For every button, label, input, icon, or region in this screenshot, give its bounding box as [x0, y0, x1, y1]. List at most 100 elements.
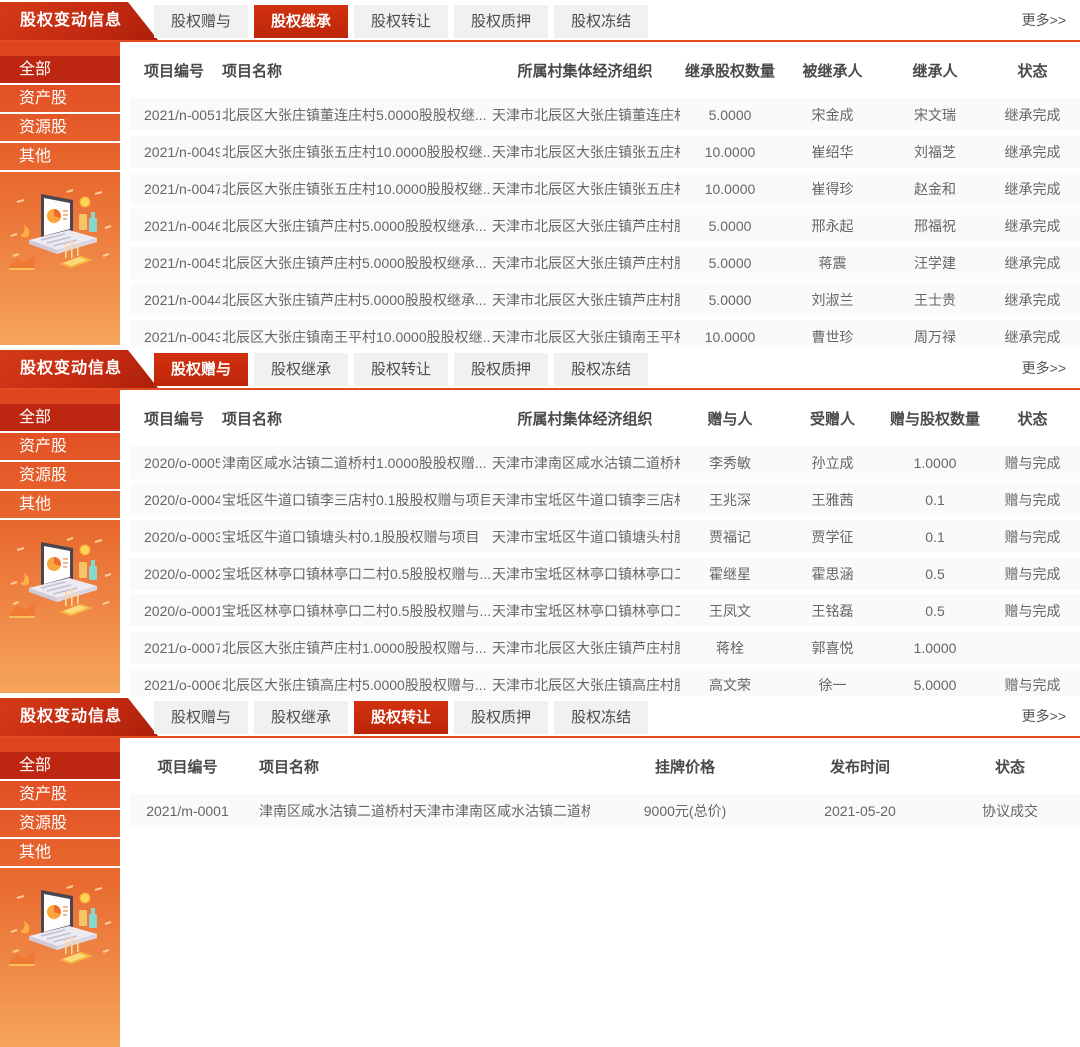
- table-row[interactable]: 2020/o-0004宝坻区牛道口镇李三店村0.1股股权赠与项目天津市宝坻区牛道…: [130, 481, 1080, 518]
- table-row[interactable]: 2021/n-0045北辰区大张庄镇芦庄村5.0000股股权继承...天津市北辰…: [130, 244, 1080, 281]
- table-cell: 霍思涵: [780, 555, 885, 592]
- sidebar-item-resource-shares[interactable]: 资源股: [0, 462, 120, 491]
- table-row[interactable]: 2020/o-0003宝坻区牛道口镇塘头村0.1股股权赠与项目天津市宝坻区牛道口…: [130, 518, 1080, 555]
- sidebar-item-asset-shares[interactable]: 资产股: [0, 85, 120, 114]
- table-cell: 0.5: [885, 555, 985, 592]
- records-table: 项目编号项目名称所属村集体经济组织继承股权数量被继承人继承人状态2021/n-0…: [130, 50, 1080, 357]
- table-cell: 北辰区大张庄镇芦庄村1.0000股股权赠与...: [220, 629, 490, 666]
- table-cell: 刘福芝: [885, 133, 985, 170]
- table-row[interactable]: 2021/n-0047北辰区大张庄镇张五庄村10.0000股股权继...天津市北…: [130, 170, 1080, 207]
- section-ribbon: 股权变动信息: [0, 2, 158, 40]
- table-cell: 2020/o-0004: [130, 481, 220, 518]
- panel-header: 股权变动信息 股权赠与股权继承股权转让股权质押股权冻结 更多>>: [0, 348, 1080, 388]
- column-header: 被继承人: [780, 50, 885, 94]
- sidebar-item-resource-shares[interactable]: 资源股: [0, 810, 120, 839]
- tab-equity-gift[interactable]: 股权赠与: [154, 701, 248, 734]
- table-cell: 5.0000: [680, 94, 780, 133]
- category-sidebar: 全部资产股资源股其他: [0, 738, 120, 1047]
- more-link[interactable]: 更多>>: [1022, 0, 1066, 40]
- table-cell: 2020/o-0003: [130, 518, 220, 555]
- column-header: 项目名称: [220, 50, 490, 94]
- table-cell: 郭喜悦: [780, 629, 885, 666]
- tab-equity-inheritance[interactable]: 股权继承: [254, 353, 348, 386]
- table-cell: 北辰区大张庄镇芦庄村5.0000股股权继承...: [220, 244, 490, 281]
- tab-equity-inheritance[interactable]: 股权继承: [254, 5, 348, 38]
- tab-equity-gift[interactable]: 股权赠与: [154, 5, 248, 38]
- tab-equity-transfer[interactable]: 股权转让: [354, 353, 448, 386]
- table-row[interactable]: 2021/n-0044北辰区大张庄镇芦庄村5.0000股股权继承...天津市北辰…: [130, 281, 1080, 318]
- table-cell: 继承完成: [985, 207, 1080, 244]
- table-cell: 天津市北辰区大张庄镇张五庄村股...: [490, 133, 680, 170]
- table-cell: 2020/o-0002: [130, 555, 220, 592]
- table-cell: 10.0000: [680, 133, 780, 170]
- table-row[interactable]: 2020/o-0001宝坻区林亭口镇林亭口二村0.5股股权赠与...天津市宝坻区…: [130, 592, 1080, 629]
- table-row[interactable]: 2021/n-0051北辰区大张庄镇董连庄村5.0000股股权继...天津市北辰…: [130, 94, 1080, 133]
- tab-equity-freeze[interactable]: 股权冻结: [554, 701, 648, 734]
- column-header: 赠与人: [680, 398, 780, 442]
- sidebar-item-all[interactable]: 全部: [0, 404, 120, 433]
- table-header-row: 项目编号项目名称所属村集体经济组织继承股权数量被继承人继承人状态: [130, 50, 1080, 94]
- table-cell: 王铭磊: [780, 592, 885, 629]
- sidebar-item-other[interactable]: 其他: [0, 143, 120, 172]
- panel-body: 全部资产股资源股其他 项目编号项目名称所属村集体经济组织赠与人受赠人赠与股权数量…: [0, 390, 1080, 693]
- sidebar-item-other[interactable]: 其他: [0, 491, 120, 520]
- more-link[interactable]: 更多>>: [1022, 696, 1066, 736]
- table-cell: 天津市宝坻区林亭口镇林亭口二村...: [490, 592, 680, 629]
- table-row[interactable]: 2020/o-0002宝坻区林亭口镇林亭口二村0.5股股权赠与...天津市宝坻区…: [130, 555, 1080, 592]
- table-cell: 2020/o-0005: [130, 442, 220, 481]
- sidebar-item-asset-shares[interactable]: 资产股: [0, 433, 120, 462]
- tab-equity-inheritance[interactable]: 股权继承: [254, 701, 348, 734]
- more-link[interactable]: 更多>>: [1022, 348, 1066, 388]
- table-cell: 李秀敏: [680, 442, 780, 481]
- table-row[interactable]: 2020/o-0005津南区咸水沽镇二道桥村1.0000股股权赠...天津市津南…: [130, 442, 1080, 481]
- sidebar-item-all[interactable]: 全部: [0, 752, 120, 781]
- table-cell: 0.1: [885, 518, 985, 555]
- table-header-row: 项目编号项目名称所属村集体经济组织赠与人受赠人赠与股权数量状态: [130, 398, 1080, 442]
- table-cell: 1.0000: [885, 629, 985, 666]
- table-cell: 继承完成: [985, 94, 1080, 133]
- table-cell: 9000元(总价): [590, 790, 780, 829]
- table-row[interactable]: 2021/o-0007北辰区大张庄镇芦庄村1.0000股股权赠与...天津市北辰…: [130, 629, 1080, 666]
- tab-equity-freeze[interactable]: 股权冻结: [554, 353, 648, 386]
- table-cell: 崔得珍: [780, 170, 885, 207]
- table-cell: 2021/m-0001: [130, 790, 245, 829]
- table-cell: 0.1: [885, 481, 985, 518]
- tab-equity-pledge[interactable]: 股权质押: [454, 5, 548, 38]
- table-row[interactable]: 2021/n-0046北辰区大张庄镇芦庄村5.0000股股权继承...天津市北辰…: [130, 207, 1080, 244]
- table-cell: 2021/n-0049: [130, 133, 220, 170]
- table-cell: 贾福记: [680, 518, 780, 555]
- sidebar-item-all[interactable]: 全部: [0, 56, 120, 85]
- table-cell: [985, 629, 1080, 666]
- flame-icon: [21, 573, 30, 585]
- tab-equity-transfer[interactable]: 股权转让: [354, 701, 448, 734]
- table-cell: 赠与完成: [985, 518, 1080, 555]
- table-cell: 汪学建: [885, 244, 985, 281]
- sidebar-item-resource-shares[interactable]: 资源股: [0, 114, 120, 143]
- table-row[interactable]: 2021/n-0049北辰区大张庄镇张五庄村10.0000股股权继...天津市北…: [130, 133, 1080, 170]
- table-cell: 宝坻区林亭口镇林亭口二村0.5股股权赠与...: [220, 592, 490, 629]
- tab-equity-gift[interactable]: 股权赠与: [154, 353, 248, 386]
- ribbon-label: 股权变动信息: [20, 360, 122, 377]
- table-cell: 继承完成: [985, 281, 1080, 318]
- table-cell: 0.5: [885, 592, 985, 629]
- tab-equity-pledge[interactable]: 股权质押: [454, 353, 548, 386]
- table-cell: 蒋震: [780, 244, 885, 281]
- tab-equity-transfer[interactable]: 股权转让: [354, 5, 448, 38]
- table-cell: 宝坻区牛道口镇塘头村0.1股股权赠与项目: [220, 518, 490, 555]
- column-header: 项目编号: [130, 398, 220, 442]
- column-header: 继承人: [885, 50, 985, 94]
- equity-panel-equity-gift: 股权变动信息股权赠与股权继承股权转让股权质押股权冻结更多>>全部资产股资源股其他…: [0, 348, 1080, 693]
- table-row[interactable]: 2021/m-0001津南区咸水沽镇二道桥村天津市津南区咸水沽镇二道桥村股份经.…: [130, 790, 1080, 829]
- table-cell: 天津市津南区咸水沽镇二道桥村股...: [490, 442, 680, 481]
- laptop-analytics-illustration-icon: [7, 884, 113, 970]
- table-cell: 刘淑兰: [780, 281, 885, 318]
- column-header: 项目编号: [130, 746, 245, 790]
- tab-equity-freeze[interactable]: 股权冻结: [554, 5, 648, 38]
- section-ribbon: 股权变动信息: [0, 350, 158, 388]
- sidebar-item-other[interactable]: 其他: [0, 839, 120, 868]
- ribbon-label: 股权变动信息: [20, 12, 122, 29]
- column-header: 项目名称: [245, 746, 590, 790]
- tab-equity-pledge[interactable]: 股权质押: [454, 701, 548, 734]
- column-header: 项目名称: [220, 398, 490, 442]
- sidebar-item-asset-shares[interactable]: 资产股: [0, 781, 120, 810]
